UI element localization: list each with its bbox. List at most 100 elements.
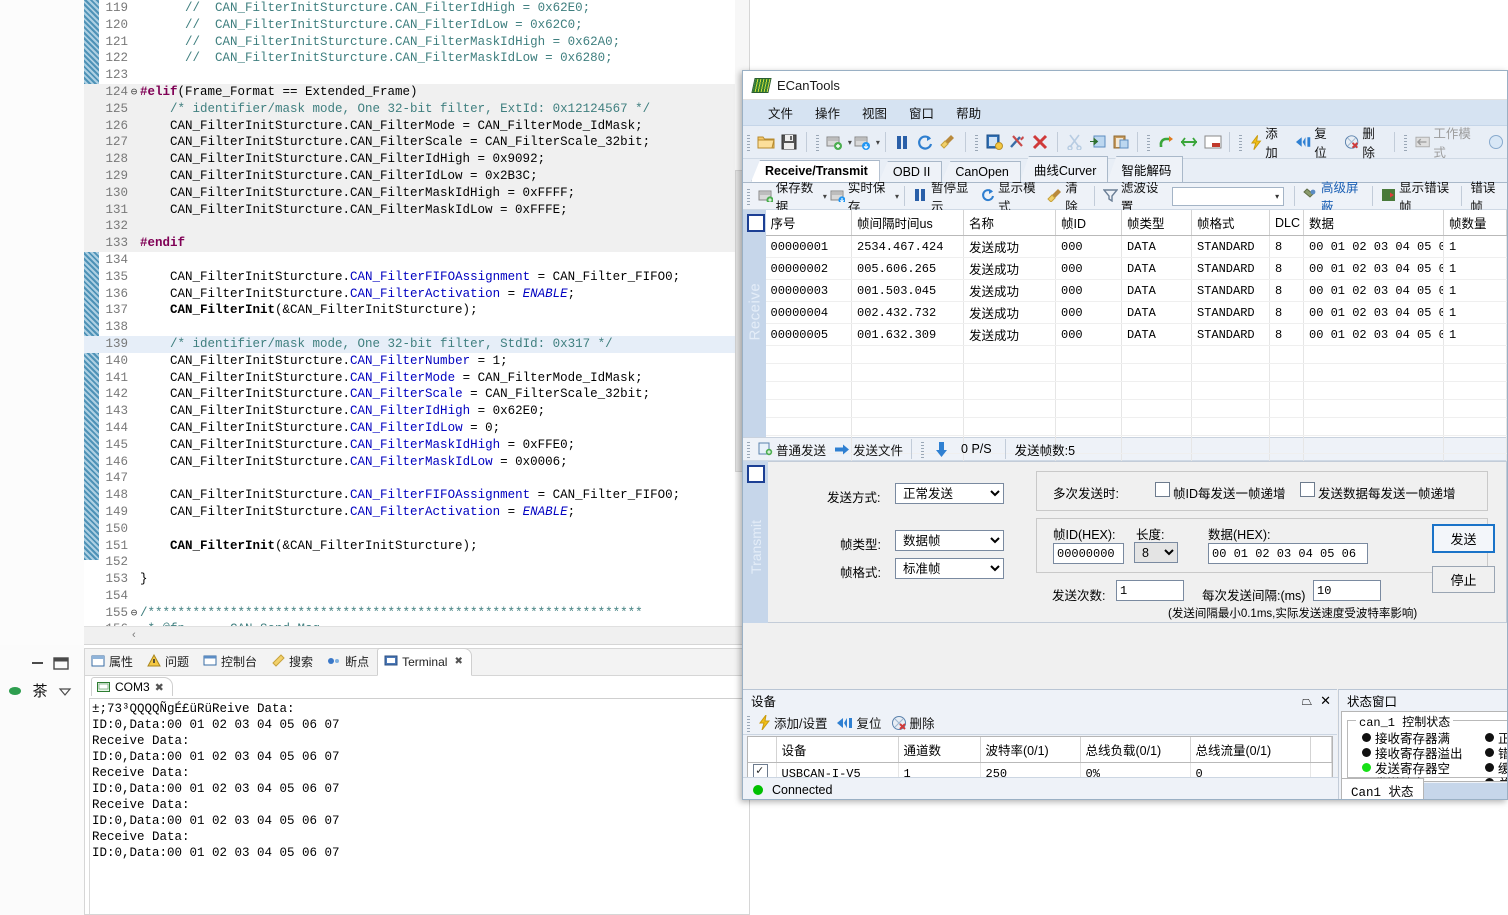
- code-line[interactable]: 148 CAN_FilterInitSturcture.CAN_FilterFI…: [84, 487, 750, 504]
- code-line[interactable]: 119 // CAN_FilterInitSturcture.CAN_Filte…: [84, 0, 750, 17]
- device-reset-button[interactable]: 复位: [836, 713, 881, 732]
- transmit-enable-checkbox[interactable]: [747, 465, 765, 483]
- code-line[interactable]: 139 /* identifier/mask mode, One 32-bit …: [84, 336, 750, 353]
- stop-button[interactable]: 停止: [1432, 566, 1495, 593]
- chevron-down-icon[interactable]: ▾: [1275, 192, 1279, 201]
- code-line[interactable]: 128 CAN_FilterInitSturcture.CAN_FilterId…: [84, 151, 750, 168]
- status-window-tab-bar[interactable]: Can1 状态: [1341, 781, 1508, 800]
- column-header-通道数[interactable]: 通道数: [898, 737, 980, 763]
- send-times-input[interactable]: [1116, 580, 1184, 601]
- import-icon[interactable]: [1087, 131, 1108, 153]
- view-tab-Terminal[interactable]: Terminal✖: [377, 648, 472, 676]
- code-line[interactable]: 127 CAN_FilterInitSturcture.CAN_FilterSc…: [84, 134, 750, 151]
- tab-CanOpen[interactable]: CanOpen: [941, 161, 1021, 182]
- frame-id-increment-checkbox[interactable]: [1155, 482, 1170, 497]
- terminal-tab-com3[interactable]: COM3 ✖: [91, 677, 173, 696]
- table-row[interactable]: 00000003001.503.045发送成功000DATASTANDARD80…: [766, 280, 1507, 302]
- toolbar-grip[interactable]: [1147, 133, 1150, 151]
- normal-send-button[interactable]: 普通发送: [758, 440, 826, 459]
- data-increment-checkbox[interactable]: [1300, 482, 1315, 497]
- table-row-empty[interactable]: [766, 346, 1507, 364]
- length-select[interactable]: 8: [1134, 542, 1178, 563]
- column-header-名称[interactable]: 名称: [964, 210, 1056, 236]
- code-line[interactable]: 142 CAN_FilterInitSturcture.CAN_FilterSc…: [84, 386, 750, 403]
- code-line[interactable]: 155⊖/***********************************…: [84, 605, 750, 622]
- device-delete-button[interactable]: 删除: [891, 713, 935, 732]
- device-add-icon[interactable]: [825, 131, 846, 153]
- fold-collapse-icon[interactable]: ⊖: [128, 85, 140, 102]
- table-row-empty[interactable]: [766, 418, 1507, 436]
- receive-toolbar[interactable]: 保存数据▾实时保存▾暂停显示显示模式清除滤波设置▾高级屏蔽显示错误帧错误帧: [743, 183, 1507, 210]
- toolbar-grip[interactable]: [747, 133, 750, 151]
- tools-icon[interactable]: [1007, 131, 1028, 153]
- code-line[interactable]: 143 CAN_FilterInitSturcture.CAN_FilterId…: [84, 403, 750, 420]
- scroll-left-arrow[interactable]: ‹: [132, 629, 136, 641]
- code-line[interactable]: 152: [84, 554, 750, 571]
- column-header-设备[interactable]: 设备: [776, 737, 898, 763]
- toolbar-grip[interactable]: [816, 133, 819, 151]
- broom-icon[interactable]: [938, 131, 959, 153]
- code-line[interactable]: 154: [84, 588, 750, 605]
- view-min-max-icons[interactable]: [28, 655, 84, 677]
- menu-item-视图[interactable]: 视图: [851, 100, 898, 125]
- code-line[interactable]: 122 // CAN_FilterInitSturcture.CAN_Filte…: [84, 50, 750, 67]
- code-line[interactable]: 135 CAN_FilterInitSturcture.CAN_FilterFI…: [84, 269, 750, 286]
- toolbar-button-delete[interactable]: 删除: [1344, 123, 1386, 161]
- column-header-帧类型[interactable]: 帧类型: [1122, 210, 1192, 236]
- view-tab-属性[interactable]: 属性: [85, 649, 141, 675]
- close-icon[interactable]: ✕: [1320, 693, 1331, 709]
- toolbar-grip[interactable]: [1404, 133, 1407, 151]
- code-line[interactable]: 136 CAN_FilterInitSturcture.CAN_FilterAc…: [84, 286, 750, 303]
- column-header-波特率(0/1)[interactable]: 波特率(0/1): [980, 737, 1080, 763]
- chevron-down-icon[interactable]: ▾: [895, 192, 899, 201]
- fold-collapse-icon[interactable]: ⊖: [128, 606, 140, 623]
- code-line[interactable]: 125 /* identifier/mask mode, One 32-bit …: [84, 101, 750, 118]
- code-line[interactable]: 123: [84, 67, 750, 84]
- tab-Receive/Transmit[interactable]: Receive/Transmit: [751, 160, 880, 182]
- menu-item-窗口[interactable]: 窗口: [898, 100, 945, 125]
- window-icon[interactable]: [1202, 131, 1223, 153]
- code-line[interactable]: 144 CAN_FilterInitSturcture.CAN_FilterId…: [84, 420, 750, 437]
- send-file-button[interactable]: 发送文件: [835, 440, 903, 459]
- view-tab-断点[interactable]: 断点: [321, 649, 377, 675]
- code-line[interactable]: 124⊖#elif(Frame_Format == Extended_Frame…: [84, 84, 750, 101]
- tab-曲线Curver[interactable]: 曲线Curver: [1020, 156, 1109, 182]
- toolbar-grip[interactable]: [1239, 133, 1242, 151]
- send-button[interactable]: 发送: [1432, 524, 1495, 553]
- open-folder-icon[interactable]: [756, 131, 777, 153]
- column-header-序号[interactable]: 序号: [766, 210, 852, 236]
- code-line[interactable]: 130 CAN_FilterInitSturcture.CAN_FilterMa…: [84, 185, 750, 202]
- arrow-down-icon[interactable]: [930, 438, 952, 460]
- terminal-inner-tab-bar[interactable]: COM3 ✖: [89, 676, 749, 699]
- code-line[interactable]: 129 CAN_FilterInitSturcture.CAN_FilterId…: [84, 168, 750, 185]
- code-line[interactable]: 126 CAN_FilterInitSturcture.CAN_FilterMo…: [84, 118, 750, 135]
- ecantools-main-toolbar[interactable]: ▾ ▾: [743, 126, 1507, 159]
- menu-item-操作[interactable]: 操作: [804, 100, 851, 125]
- code-line[interactable]: 140 CAN_FilterInitSturcture.CAN_FilterNu…: [84, 353, 750, 370]
- code-line[interactable]: 149 CAN_FilterInitSturcture.CAN_FilterAc…: [84, 504, 750, 521]
- help-icon[interactable]: [1485, 131, 1506, 153]
- code-line[interactable]: 137 CAN_FilterInit(&CAN_FilterInitSturct…: [84, 302, 750, 319]
- table-row-empty[interactable]: [766, 400, 1507, 418]
- status-window-tab-can1[interactable]: Can1 状态: [1341, 778, 1424, 800]
- code-line[interactable]: 147: [84, 470, 750, 487]
- table-row[interactable]: 000000012534.467.424发送成功000DATASTANDARD8…: [766, 236, 1507, 258]
- interval-input[interactable]: [1313, 580, 1381, 601]
- table-row[interactable]: 00000004002.432.732发送成功000DATASTANDARD80…: [766, 302, 1507, 324]
- code-line[interactable]: 150: [84, 521, 750, 538]
- editor-horizontal-scrollbar[interactable]: ‹: [84, 626, 750, 644]
- view-tab-控制台[interactable]: 控制台: [197, 649, 265, 675]
- tab-OBD II[interactable]: OBD II: [879, 161, 943, 182]
- toolbar-grip[interactable]: [975, 133, 978, 151]
- close-icon[interactable]: ✖: [454, 656, 462, 667]
- ecantools-menu-bar[interactable]: 文件操作视图窗口帮助: [743, 100, 1507, 126]
- tab-智能解码[interactable]: 智能解码: [1107, 156, 1183, 182]
- toolbar-grip[interactable]: [747, 187, 750, 205]
- code-line[interactable]: 134: [84, 252, 750, 269]
- column-header-总线负载(0/1)[interactable]: 总线负载(0/1): [1080, 737, 1190, 763]
- table-row-empty[interactable]: [766, 382, 1507, 400]
- refresh-icon[interactable]: [915, 131, 936, 153]
- device-down-icon[interactable]: [853, 131, 874, 153]
- code-line[interactable]: 141 CAN_FilterInitSturcture.CAN_FilterMo…: [84, 370, 750, 387]
- menu-item-帮助[interactable]: 帮助: [945, 100, 992, 125]
